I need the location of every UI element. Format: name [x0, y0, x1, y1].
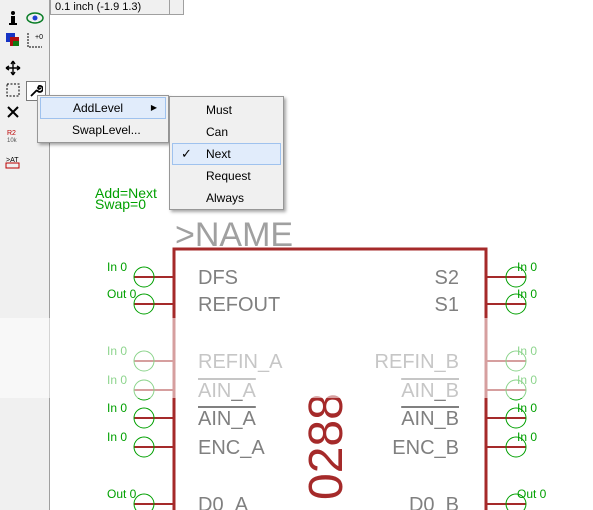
delete-icon[interactable] [3, 102, 23, 122]
coordinate-bar-end [170, 0, 184, 15]
attribute-icon[interactable]: >AT [3, 152, 23, 172]
pin-name: REFIN_A [198, 351, 283, 373]
pin-direction-label: In 0 [517, 344, 537, 358]
menu-item-swaplevel-label: SwapLevel... [72, 123, 141, 137]
submenu-item-next[interactable]: ✓ Next [172, 143, 281, 165]
group-select-icon[interactable] [3, 80, 23, 100]
pin-name: AIN_B [401, 380, 459, 402]
pin-name: S2 [435, 267, 459, 289]
command-toolbar: +0 R2 10k >AT [0, 0, 50, 510]
pin-name: ENC_B [392, 437, 459, 459]
schematic-canvas[interactable]: Add=Next Swap=0 >NAME 0288 In 0 DFSOut 0R… [50, 15, 593, 510]
move-icon[interactable] [3, 58, 23, 78]
pin-direction-label: In 0 [107, 430, 127, 444]
svg-text:R2: R2 [7, 130, 16, 137]
pin-direction-label: In 0 [107, 344, 127, 358]
pin-name: D0_B [409, 494, 459, 510]
pin-name: DFS [198, 267, 238, 289]
pin-direction-label: In 0 [107, 373, 127, 387]
pin-direction-label: In 0 [517, 373, 537, 387]
submenu-item-next-label: Next [206, 147, 231, 161]
menu-item-addlevel[interactable]: AddLevel ▶ [40, 97, 166, 119]
menu-item-swaplevel[interactable]: SwapLevel... [40, 119, 166, 141]
pin-name: ENC_A [198, 437, 265, 459]
addlevel-submenu: Must Can ✓ Next Request Always [169, 96, 284, 210]
context-menu: AddLevel ▶ SwapLevel... [37, 95, 169, 143]
pin-direction-label: In 0 [107, 260, 127, 274]
pin-name: REFIN_B [375, 351, 459, 373]
menu-item-addlevel-label: AddLevel [73, 101, 124, 115]
mark-icon[interactable]: +0 [25, 30, 45, 50]
svg-text:+0: +0 [35, 34, 43, 41]
pin-direction-label: In 0 [517, 401, 537, 415]
pin-name: REFOUT [198, 294, 280, 316]
part-value: 0288 [300, 393, 353, 500]
pin-name: AIN_B [401, 408, 459, 430]
pin-connection-circle[interactable] [133, 493, 155, 510]
info-icon[interactable] [3, 8, 23, 28]
gate-swap-text: Swap=0 [95, 196, 146, 212]
submenu-item-can[interactable]: Can [172, 121, 281, 143]
pin-direction-label: In 0 [517, 430, 537, 444]
submenu-item-request-label: Request [206, 169, 251, 183]
checkmark-icon: ✓ [181, 146, 192, 161]
pin-name: S1 [435, 294, 459, 316]
submenu-item-can-label: Can [206, 125, 229, 139]
pin-direction-label: In 0 [517, 287, 537, 301]
pin-direction-label: Out 0 [107, 287, 137, 301]
submenu-item-always[interactable]: Always [172, 187, 281, 209]
name-icon[interactable]: R2 10k [3, 126, 23, 146]
pin-name: AIN_A [198, 380, 256, 402]
submenu-item-always-label: Always [206, 191, 245, 205]
pin-name: AIN_A [198, 408, 256, 430]
pin-name: D0_A [198, 494, 249, 510]
svg-text:10k: 10k [7, 138, 18, 144]
submenu-arrow-icon: ▶ [150, 103, 157, 112]
coordinate-display: 0.1 inch (-1.9 1.3) [50, 0, 170, 15]
submenu-item-must[interactable]: Must [172, 99, 281, 121]
layers-icon[interactable] [3, 30, 23, 50]
pin-direction-label: Out 0 [517, 487, 547, 501]
pin-direction-label: In 0 [107, 401, 127, 415]
submenu-item-request[interactable]: Request [172, 165, 281, 187]
pin-direction-label: Out 0 [107, 487, 137, 501]
eye-icon[interactable] [25, 8, 45, 28]
pin-direction-label: In 0 [517, 260, 537, 274]
submenu-item-must-label: Must [206, 103, 233, 117]
